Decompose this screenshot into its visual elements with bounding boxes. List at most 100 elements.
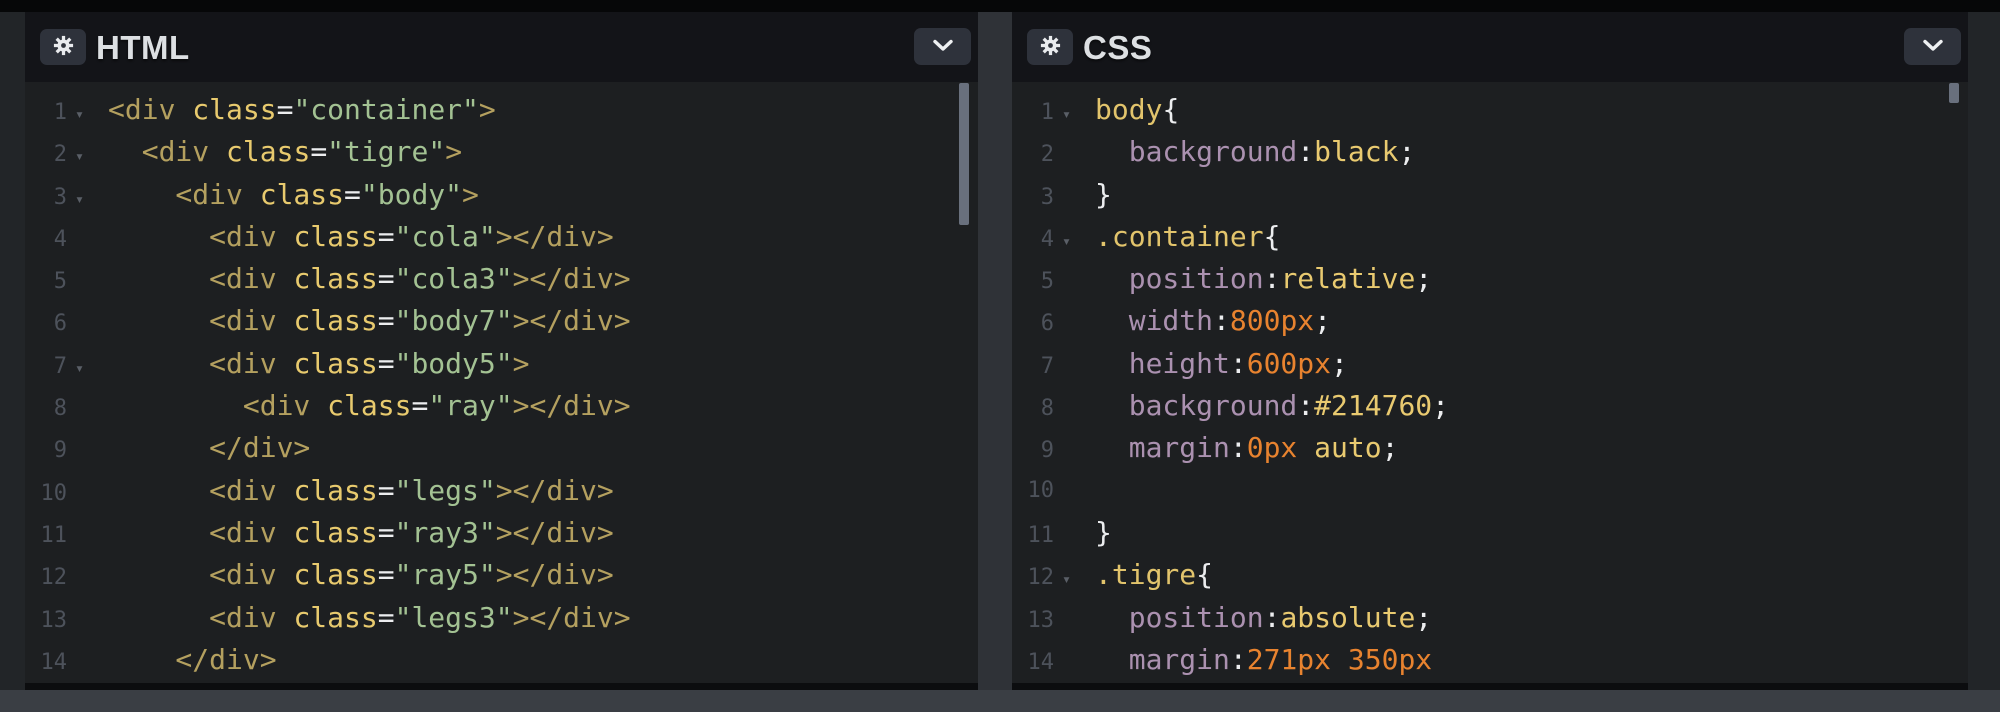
code-text: <div class="body7"></div>	[108, 300, 631, 342]
code-line[interactable]: 13 <div class="legs3"></div>	[25, 597, 978, 639]
code-text: position:absolute;	[1095, 597, 1432, 639]
code-line[interactable]: 3▾ <div class="body">	[25, 174, 978, 216]
html-code-editor[interactable]: 1▾<div class="container">2▾ <div class="…	[25, 82, 978, 683]
code-line[interactable]: 8 background:#214760;	[1012, 385, 1968, 427]
fold-toggle-icon[interactable]: ▾	[67, 347, 108, 389]
line-number: 1	[1012, 92, 1054, 134]
code-line[interactable]: 4▾.container{	[1012, 216, 1968, 258]
gear-icon	[1039, 34, 1062, 60]
line-number: 2	[25, 134, 67, 176]
code-text: </div>	[108, 639, 277, 681]
line-number: 9	[1012, 430, 1054, 472]
code-text: <div class="ray3"></div>	[108, 512, 614, 554]
code-line[interactable]: 9 </div>	[25, 427, 978, 469]
code-editor-app: { "colors": { "topbar": "#060708", "page…	[0, 0, 2000, 712]
top-bar	[0, 0, 2000, 12]
line-number: 5	[25, 261, 67, 303]
code-line[interactable]: 11 <div class="ray3"></div>	[25, 512, 978, 554]
horizontal-resizer[interactable]	[0, 690, 2000, 712]
line-number: 9	[25, 430, 67, 472]
code-text: }	[1095, 512, 1112, 554]
code-line[interactable]: 10	[1012, 470, 1968, 512]
css-editor-panel: CSS 1▾body{2 background:black;3}4▾.conta…	[1012, 12, 1968, 683]
code-line[interactable]: 9 margin:0px auto;	[1012, 427, 1968, 469]
code-line[interactable]: 6 <div class="body7"></div>	[25, 300, 978, 342]
code-text: <div class="tigre">	[108, 131, 462, 173]
fold-toggle-icon[interactable]: ▾	[67, 135, 108, 177]
line-number: 6	[1012, 303, 1054, 345]
code-line[interactable]: 7▾ <div class="body5">	[25, 343, 978, 385]
code-text: </div>	[108, 427, 310, 469]
css-collapse-button[interactable]	[1904, 28, 1961, 65]
line-number: 5	[1012, 261, 1054, 303]
gear-icon	[52, 34, 75, 60]
line-number: 2	[1012, 134, 1054, 176]
code-text: <div class="legs"></div>	[108, 470, 614, 512]
code-line[interactable]: 1▾body{	[1012, 89, 1968, 131]
line-number: 3	[1012, 177, 1054, 219]
code-line[interactable]: 13 position:absolute;	[1012, 597, 1968, 639]
html-settings-button[interactable]	[40, 29, 86, 65]
code-line[interactable]: 1▾<div class="container">	[25, 89, 978, 131]
code-line[interactable]: 12▾.tigre{	[1012, 554, 1968, 596]
fold-toggle-icon[interactable]: ▾	[67, 93, 108, 135]
code-text: }	[1095, 174, 1112, 216]
code-line[interactable]: 5 position:relative;	[1012, 258, 1968, 300]
css-scrollbar-thumb[interactable]	[1949, 83, 1959, 103]
code-line[interactable]: 14 margin:271px 350px	[1012, 639, 1968, 681]
code-text: <div class="container">	[108, 89, 496, 131]
code-line[interactable]: 2 background:black;	[1012, 131, 1968, 173]
line-number: 12	[1012, 557, 1054, 599]
line-number: 10	[25, 473, 67, 515]
code-line[interactable]: 2▾ <div class="tigre">	[25, 131, 978, 173]
code-text: background:#214760;	[1095, 385, 1449, 427]
css-panel-title: CSS	[1083, 12, 1152, 82]
code-line[interactable]: 6 width:800px;	[1012, 300, 1968, 342]
fold-toggle-icon[interactable]: ▾	[1054, 93, 1095, 135]
line-number: 13	[25, 600, 67, 642]
code-text: <div class="body5">	[108, 343, 529, 385]
html-scrollbar-thumb[interactable]	[959, 83, 969, 225]
code-text: <div class="legs3"></div>	[108, 597, 631, 639]
line-number: 12	[25, 557, 67, 599]
line-number: 4	[25, 219, 67, 261]
css-code-editor[interactable]: 1▾body{2 background:black;3}4▾.container…	[1012, 82, 1968, 683]
line-number: 11	[25, 515, 67, 557]
code-line[interactable]: 3}	[1012, 174, 1968, 216]
html-collapse-button[interactable]	[914, 28, 971, 65]
code-text: margin:0px auto;	[1095, 427, 1398, 469]
css-settings-button[interactable]	[1027, 29, 1073, 65]
line-number: 11	[1012, 515, 1054, 557]
code-text: <div class="body">	[108, 174, 479, 216]
code-line[interactable]: 14 </div>	[25, 639, 978, 681]
line-number: 7	[1012, 346, 1054, 388]
panel-resizer[interactable]	[978, 12, 1012, 690]
code-text: .container{	[1095, 216, 1280, 258]
code-text: .tigre{	[1095, 554, 1213, 596]
code-text: width:800px;	[1095, 300, 1331, 342]
line-number: 14	[1012, 642, 1054, 683]
code-line[interactable]: 12 <div class="ray5"></div>	[25, 554, 978, 596]
code-line[interactable]: 8 <div class="ray"></div>	[25, 385, 978, 427]
code-text: <div class="ray"></div>	[108, 385, 631, 427]
line-number: 13	[1012, 600, 1054, 642]
code-line[interactable]: 11}	[1012, 512, 1968, 554]
line-number: 3	[25, 177, 67, 219]
code-text: height:600px;	[1095, 343, 1348, 385]
html-panel-header: HTML	[25, 12, 978, 82]
code-line[interactable]: 10 <div class="legs"></div>	[25, 470, 978, 512]
fold-toggle-icon[interactable]: ▾	[1054, 220, 1095, 262]
code-text: body{	[1095, 89, 1179, 131]
line-number: 7	[25, 346, 67, 388]
line-number: 10	[1012, 470, 1054, 512]
line-number: 6	[25, 303, 67, 345]
chevron-down-icon	[1922, 39, 1944, 55]
html-editor-panel: HTML 1▾<div class="container">2▾ <div cl…	[25, 12, 978, 683]
code-line[interactable]: 4 <div class="cola"></div>	[25, 216, 978, 258]
line-number: 8	[1012, 388, 1054, 430]
code-line[interactable]: 7 height:600px;	[1012, 343, 1968, 385]
code-line[interactable]: 5 <div class="cola3"></div>	[25, 258, 978, 300]
fold-toggle-icon[interactable]: ▾	[1054, 558, 1095, 600]
line-number: 8	[25, 388, 67, 430]
fold-toggle-icon[interactable]: ▾	[67, 178, 108, 220]
